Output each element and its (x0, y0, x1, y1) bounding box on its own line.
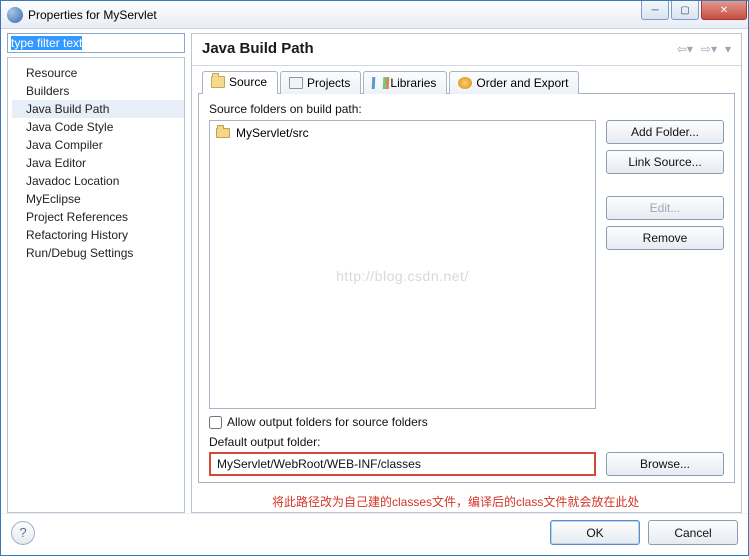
tab-order-export[interactable]: Order and Export (449, 71, 579, 94)
allow-output-checkbox[interactable] (209, 416, 222, 429)
filter-input[interactable]: type filter text (7, 33, 185, 53)
cancel-button[interactable]: Cancel (648, 520, 738, 545)
allow-output-checkbox-row[interactable]: Allow output folders for source folders (209, 415, 724, 429)
source-entry[interactable]: MyServlet/src (216, 125, 589, 141)
sidebar-item-run-debug-settings[interactable]: Run/Debug Settings (12, 244, 184, 262)
link-source-button[interactable]: Link Source... (606, 150, 724, 174)
source-folders-label: Source folders on build path: (209, 102, 724, 116)
minimize-button[interactable]: ─ (641, 1, 669, 20)
tabstrip: Source Projects Libraries Order and Expo… (198, 71, 735, 94)
source-folders-list[interactable]: MyServlet/src http://blog.csdn.net/ (209, 120, 596, 409)
help-button[interactable]: ? (11, 521, 35, 545)
tab-projects[interactable]: Projects (280, 71, 361, 94)
sidebar-item-java-editor[interactable]: Java Editor (12, 154, 184, 172)
browse-button[interactable]: Browse... (606, 452, 724, 476)
default-output-label: Default output folder: (209, 435, 724, 449)
edit-button: Edit... (606, 196, 724, 220)
library-icon (372, 77, 387, 89)
sidebar-item-project-references[interactable]: Project References (12, 208, 184, 226)
window-title: Properties for MyServlet (28, 8, 641, 22)
app-icon (7, 7, 23, 23)
project-icon (289, 77, 303, 89)
tab-libraries[interactable]: Libraries (363, 71, 447, 94)
default-output-input[interactable] (209, 452, 596, 476)
sidebar-item-java-compiler[interactable]: Java Compiler (12, 136, 184, 154)
page-title: Java Build Path (202, 40, 675, 57)
nav-menu-icon[interactable]: ▾ (723, 42, 733, 56)
tab-source[interactable]: Source (202, 71, 278, 94)
sidebar-item-resource[interactable]: Resource (12, 64, 184, 82)
sidebar-item-java-code-style[interactable]: Java Code Style (12, 118, 184, 136)
remove-button[interactable]: Remove (606, 226, 724, 250)
watermark: http://blog.csdn.net/ (336, 268, 469, 284)
ok-button[interactable]: OK (550, 520, 640, 545)
source-tab-pane: Source folders on build path: MyServlet/… (198, 93, 735, 483)
nav-forward-icon[interactable]: ⇨▾ (699, 42, 719, 56)
sidebar-item-javadoc-location[interactable]: Javadoc Location (12, 172, 184, 190)
sidebar-item-java-build-path[interactable]: Java Build Path (12, 100, 184, 118)
category-tree[interactable]: Resource Builders Java Build Path Java C… (7, 57, 185, 513)
folder-icon (211, 76, 225, 88)
sidebar-item-builders[interactable]: Builders (12, 82, 184, 100)
annotation-text: 将此路径改为自己建的classes文件，编译后的class文件就会放在此处 (272, 493, 741, 510)
package-folder-icon (216, 128, 230, 138)
maximize-button[interactable]: ▢ (671, 1, 699, 20)
add-folder-button[interactable]: Add Folder... (606, 120, 724, 144)
sidebar-item-myeclipse[interactable]: MyEclipse (12, 190, 184, 208)
order-icon (458, 77, 472, 89)
titlebar[interactable]: Properties for MyServlet ─ ▢ ✕ (1, 1, 748, 29)
close-button[interactable]: ✕ (701, 1, 747, 20)
properties-dialog: Properties for MyServlet ─ ▢ ✕ type filt… (0, 0, 749, 556)
nav-back-icon[interactable]: ⇦▾ (675, 42, 695, 56)
sidebar-item-refactoring-history[interactable]: Refactoring History (12, 226, 184, 244)
